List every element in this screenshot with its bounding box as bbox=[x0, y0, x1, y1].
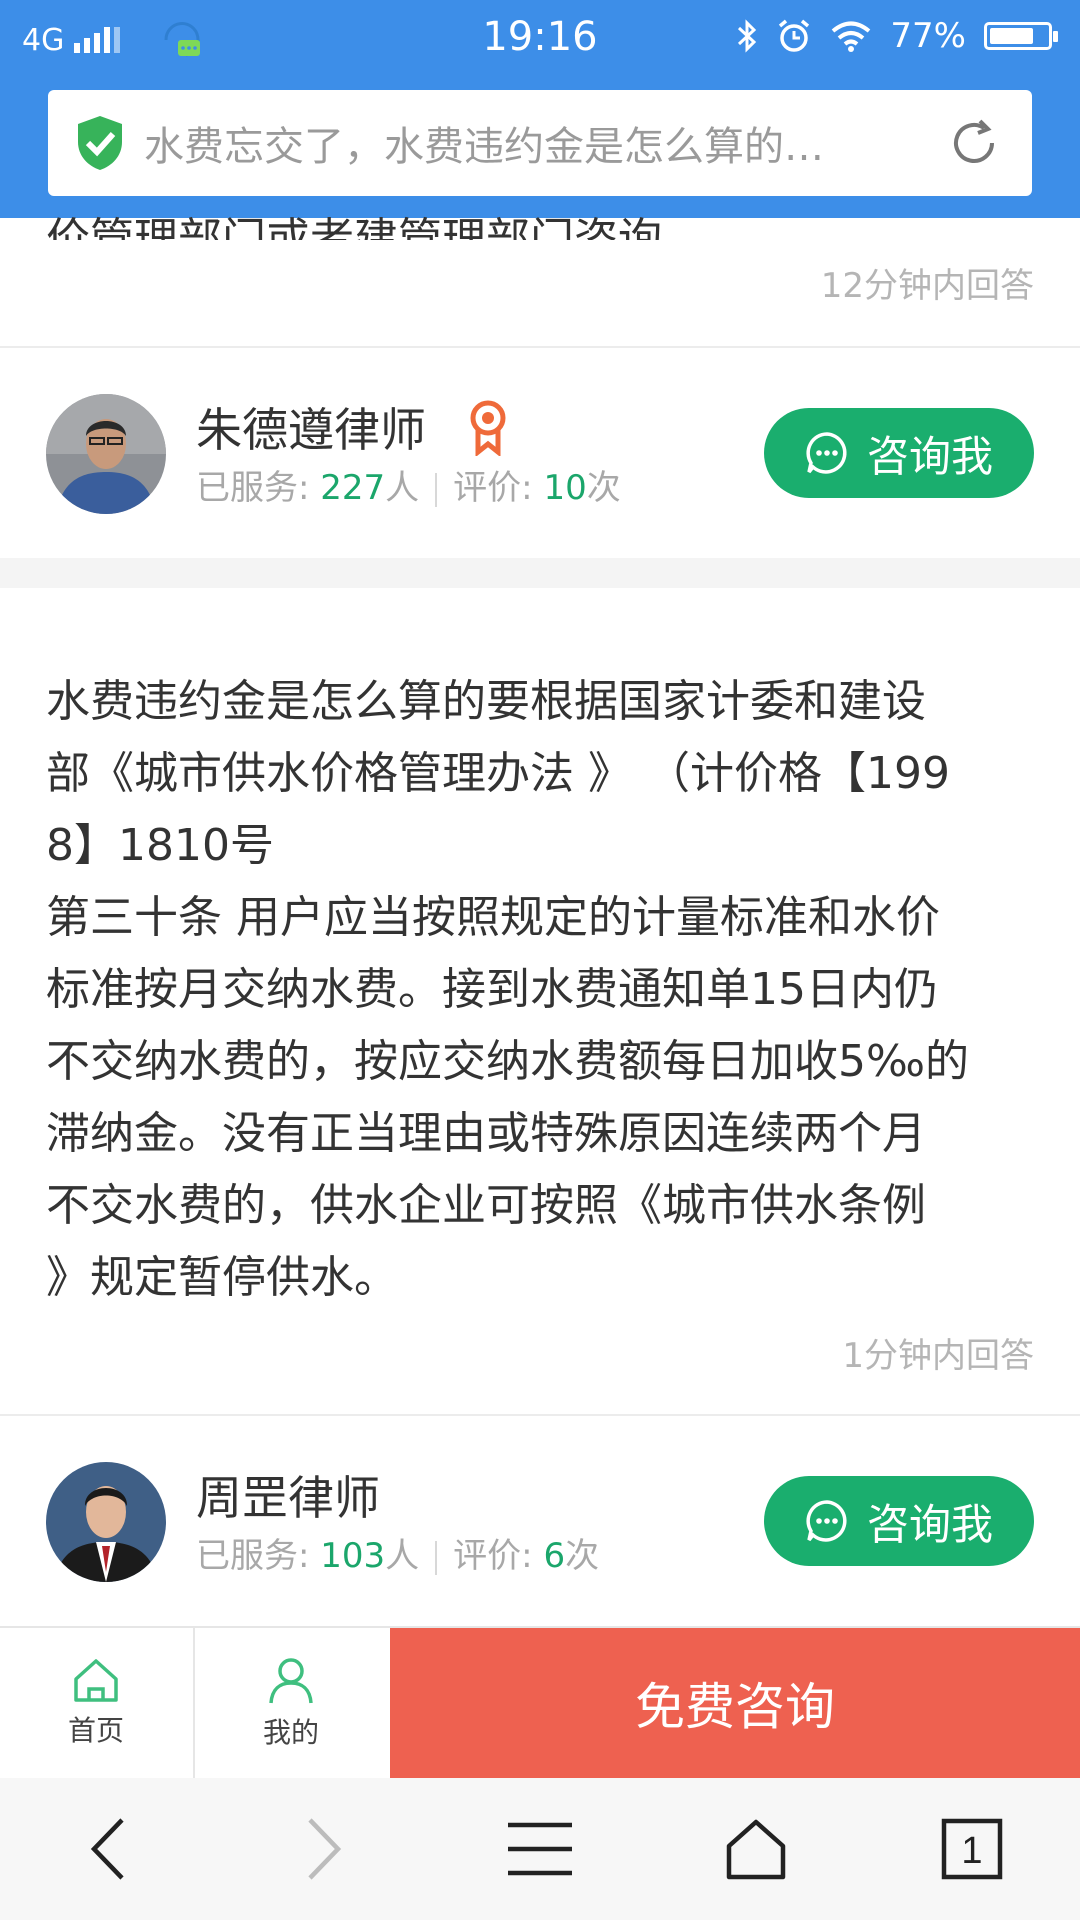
tabs-icon: 1 bbox=[941, 1818, 1003, 1880]
lawyer-name[interactable]: 朱德遵律师 bbox=[196, 394, 426, 460]
answer-time-note: 1分钟内回答 bbox=[842, 1336, 1034, 1376]
consult-me-label: 咨询我 bbox=[866, 1499, 993, 1549]
app-bottom-bar: 首页 我的 免费咨询 bbox=[0, 1626, 1080, 1778]
wifi-icon bbox=[832, 21, 871, 52]
lawyer-stats: 已服务: 227人 评价: 10次 bbox=[196, 460, 621, 509]
stat-separator bbox=[435, 1540, 438, 1575]
rating-unit: 次 bbox=[586, 468, 621, 508]
lawyer-name[interactable]: 周罡律师 bbox=[196, 1462, 380, 1528]
browser-header: 4G 19:16 77% 水费忘交了，水费违约金是怎么算的… bbox=[0, 0, 1080, 218]
lawyer-card[interactable]: 周罡律师 已服务: 103人 评价: 6次 咨询我 bbox=[0, 1462, 1080, 1630]
avatar-photo bbox=[46, 1462, 166, 1582]
battery-icon bbox=[984, 22, 1058, 50]
rating-unit: 次 bbox=[565, 1536, 600, 1576]
served-count: 103 bbox=[320, 1536, 386, 1576]
served-label: 已服务: bbox=[196, 468, 321, 508]
lawyer-card[interactable]: 朱德遵律师 已服务: 227人 评价: 10次 咨询我 bbox=[0, 394, 1080, 562]
browser-home-icon bbox=[726, 1819, 786, 1880]
served-unit: 人 bbox=[385, 1536, 420, 1576]
free-consult-button[interactable]: 免费咨询 bbox=[390, 1628, 1080, 1778]
tab-home[interactable]: 首页 bbox=[0, 1628, 192, 1778]
battery-percent: 77% bbox=[890, 16, 966, 56]
battery-level bbox=[990, 28, 1034, 44]
tabs-button[interactable]: 1 bbox=[864, 1778, 1080, 1920]
tab-mine-label: 我的 bbox=[262, 1716, 319, 1749]
served-label: 已服务: bbox=[196, 1536, 321, 1576]
stat-separator bbox=[435, 472, 438, 507]
back-arrow-icon bbox=[90, 1818, 124, 1880]
consult-me-button[interactable]: 咨询我 bbox=[764, 408, 1034, 498]
served-count: 227 bbox=[320, 468, 386, 508]
rating-label: 评价: bbox=[453, 1536, 544, 1576]
rating-count: 10 bbox=[543, 468, 587, 508]
menu-button[interactable] bbox=[432, 1778, 648, 1920]
address-bar[interactable]: 水费忘交了，水费违约金是怎么算的… bbox=[48, 90, 1032, 196]
rating-count: 6 bbox=[543, 1536, 566, 1576]
forward-arrow-icon bbox=[308, 1818, 342, 1880]
chat-bubble-icon bbox=[806, 1500, 847, 1542]
status-bar: 4G 19:16 77% bbox=[0, 0, 1080, 76]
section-gap bbox=[0, 558, 1080, 588]
menu-icon bbox=[508, 1822, 572, 1876]
bluetooth-icon bbox=[738, 19, 757, 53]
lawyer-avatar[interactable] bbox=[46, 1462, 166, 1582]
user-icon bbox=[269, 1658, 313, 1704]
forward-button[interactable] bbox=[216, 1778, 432, 1920]
consult-me-label: 咨询我 bbox=[866, 431, 993, 481]
chat-bubble-icon bbox=[806, 432, 847, 474]
answer-body: 水费违约金是怎么算的要根据国家计委和建设 部《城市供水价格管理办法 》 （计价格… bbox=[46, 676, 970, 1303]
address-text[interactable]: 水费忘交了，水费违约金是怎么算的… bbox=[126, 114, 946, 172]
certified-badge-icon bbox=[470, 400, 506, 456]
home-icon bbox=[74, 1659, 118, 1702]
avatar-photo bbox=[46, 394, 166, 514]
tab-count: 1 bbox=[961, 1830, 982, 1872]
status-right: 77% bbox=[736, 16, 1058, 56]
previous-answer-text: 价管理部门或者建管理部门咨询。 bbox=[46, 214, 706, 240]
divider bbox=[0, 1414, 1080, 1416]
divider bbox=[0, 346, 1080, 348]
back-button[interactable] bbox=[0, 1778, 216, 1920]
served-unit: 人 bbox=[385, 468, 420, 508]
tab-mine[interactable]: 我的 bbox=[195, 1628, 387, 1778]
lawyer-stats: 已服务: 103人 评价: 6次 bbox=[196, 1528, 599, 1577]
browser-nav-bar: 1 bbox=[0, 1778, 1080, 1920]
tab-home-label: 首页 bbox=[67, 1714, 124, 1747]
refresh-icon[interactable] bbox=[946, 115, 1002, 171]
home-page-button[interactable] bbox=[648, 1778, 864, 1920]
security-shield-icon bbox=[78, 116, 122, 170]
consult-me-button[interactable]: 咨询我 bbox=[764, 1476, 1034, 1566]
lawyer-avatar[interactable] bbox=[46, 394, 166, 514]
alarm-icon bbox=[779, 19, 810, 52]
rating-label: 评价: bbox=[453, 468, 544, 508]
answer-time-note: 12分钟内回答 bbox=[820, 266, 1034, 306]
